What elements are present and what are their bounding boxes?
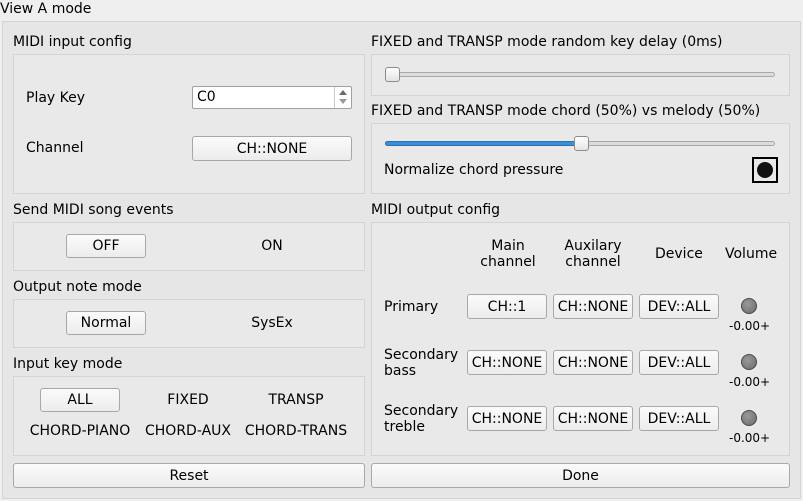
channel-button[interactable]: CH::NONE <box>192 136 352 161</box>
input-key-transp-option[interactable]: TRANSP <box>251 392 341 408</box>
input-key-chord-trans-option[interactable]: CHORD-TRANS <box>242 423 350 439</box>
normalize-label: Normalize chord pressure <box>384 162 564 178</box>
volume-header: Volume <box>725 246 778 262</box>
primary-main-channel-button[interactable]: CH::1 <box>467 294 547 319</box>
input-key-title: Input key mode <box>13 356 123 372</box>
output-note-normal-button[interactable]: Normal <box>66 311 146 335</box>
output-note-title: Output note mode <box>13 279 142 295</box>
channel-label: Channel <box>26 140 84 156</box>
chord-title: FIXED and TRANSP mode chord (50%) vs mel… <box>371 103 761 119</box>
row-label-secondary-bass: Secondary bass <box>384 347 459 379</box>
row-label-secondary-treble: Secondary treble <box>384 403 459 435</box>
input-key-chord-aux-option[interactable]: CHORD-AUX <box>140 423 236 439</box>
play-key-spinbox[interactable]: C0 <box>192 86 352 109</box>
spin-down-icon[interactable] <box>339 99 347 104</box>
delay-title: FIXED and TRANSP mode random key delay (… <box>371 34 723 50</box>
done-button[interactable]: Done <box>371 463 790 488</box>
song-events-title: Send MIDI song events <box>13 202 174 218</box>
play-key-value: C0 <box>197 89 216 105</box>
delay-slider-handle[interactable] <box>385 67 400 82</box>
chord-group <box>371 123 790 194</box>
input-key-all-button[interactable]: ALL <box>40 388 120 412</box>
primary-volume-knob[interactable] <box>741 298 757 314</box>
midi-input-title: MIDI input config <box>13 34 132 50</box>
treble-main-channel-button[interactable]: CH::NONE <box>467 406 547 431</box>
chord-slider-handle[interactable] <box>574 136 589 151</box>
input-key-fixed-option[interactable]: FIXED <box>143 392 233 408</box>
output-note-sysex-option[interactable]: SysEx <box>232 315 312 331</box>
primary-device-button[interactable]: DEV::ALL <box>639 294 719 319</box>
bass-volume-knob[interactable] <box>741 354 757 370</box>
treble-device-button[interactable]: DEV::ALL <box>639 406 719 431</box>
treble-volume-knob[interactable] <box>741 410 757 426</box>
song-events-on-option[interactable]: ON <box>240 238 304 254</box>
chord-slider-fill <box>385 141 581 146</box>
midi-input-group <box>13 54 365 194</box>
bass-device-button[interactable]: DEV::ALL <box>639 350 719 375</box>
treble-volume-value: -0.00+ <box>729 431 771 445</box>
bass-volume-value: -0.00+ <box>729 375 771 389</box>
midi-output-title: MIDI output config <box>371 202 501 218</box>
spin-up-icon[interactable] <box>339 90 347 95</box>
device-header: Device <box>655 246 703 262</box>
bass-aux-channel-button[interactable]: CH::NONE <box>553 350 633 375</box>
normalize-toggle[interactable] <box>752 157 778 183</box>
main-channel-header: Main channel <box>480 238 536 270</box>
treble-aux-channel-button[interactable]: CH::NONE <box>553 406 633 431</box>
normalize-indicator-icon <box>757 162 773 178</box>
aux-channel-header: Auxilary channel <box>564 238 622 270</box>
play-key-label: Play Key <box>26 90 86 106</box>
primary-aux-channel-button[interactable]: CH::NONE <box>553 294 633 319</box>
input-key-chord-piano-option[interactable]: CHORD-PIANO <box>26 423 134 439</box>
row-label-primary: Primary <box>384 299 439 315</box>
delay-slider-track[interactable] <box>385 72 775 77</box>
song-events-off-button[interactable]: OFF <box>66 234 146 258</box>
spin-buttons[interactable] <box>334 87 351 108</box>
reset-button[interactable]: Reset <box>13 463 365 488</box>
bass-main-channel-button[interactable]: CH::NONE <box>467 350 547 375</box>
primary-volume-value: -0.00+ <box>729 319 771 333</box>
window-title: View A mode <box>0 1 92 17</box>
